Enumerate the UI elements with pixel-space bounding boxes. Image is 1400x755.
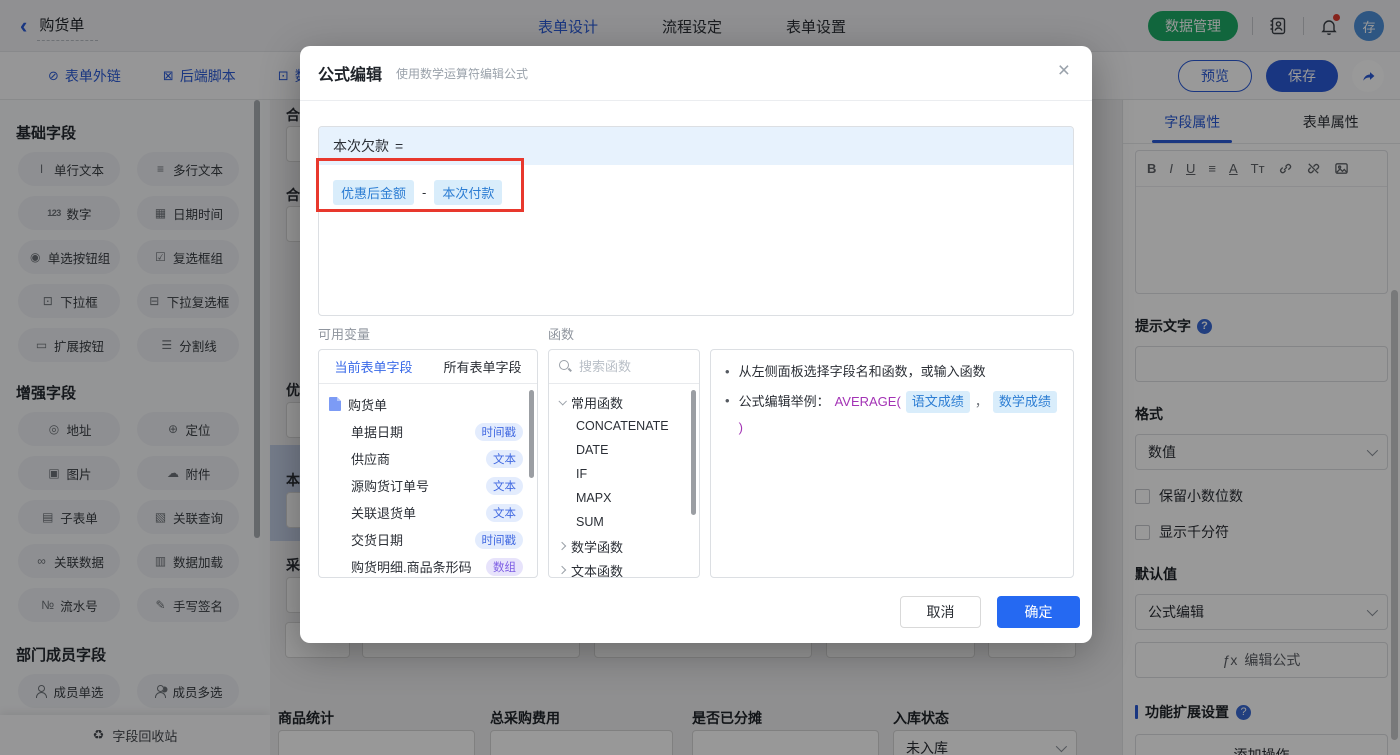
variables-section-label: 可用变量: [318, 327, 371, 342]
functions-scrollbar-thumb[interactable]: [691, 390, 696, 515]
variable-row[interactable]: 源购货订单号 文本: [329, 472, 529, 499]
help-tip-1: 从左侧面板选择字段名和函数，或输入函数: [738, 364, 986, 379]
function-item-sum[interactable]: SUM: [549, 510, 699, 534]
functions-panel: 常用函数 CONCATENATE DATE IF MAPX SUM 数学函数 文…: [548, 349, 700, 578]
type-badge: 文本: [486, 476, 523, 495]
chevron-right-icon: [557, 541, 567, 551]
example-close-paren: ): [738, 420, 743, 435]
close-icon[interactable]: ×: [1058, 60, 1070, 81]
function-group-text[interactable]: 文本函数: [549, 558, 699, 577]
example-chip: 语文成绩: [905, 391, 970, 413]
chevron-right-icon: [557, 565, 567, 575]
variable-row[interactable]: 单据日期 时间戳: [329, 418, 529, 445]
tab-current-form-fields[interactable]: 当前表单字段: [319, 350, 428, 383]
cancel-button[interactable]: 取消: [900, 596, 981, 628]
function-item-date[interactable]: DATE: [549, 438, 699, 462]
variable-row[interactable]: 购货明细.商品条形码 数组: [329, 553, 529, 577]
variable-row[interactable]: 供应商 文本: [329, 445, 529, 472]
chevron-down-icon: [558, 397, 567, 406]
form-designer-app: ‹ 购货单 表单设计 流程设定 表单设置 数据管理 存 ⊘ 表单外链 ⊠ 后端脚…: [0, 0, 1400, 755]
tree-root-form[interactable]: 购货单: [329, 390, 529, 418]
function-item-if[interactable]: IF: [549, 462, 699, 486]
help-tip-2: 公式编辑举例： AVERAGE( 语文成绩 ， 数学成绩 ): [739, 391, 1059, 438]
example-function-name: AVERAGE(: [834, 394, 901, 409]
example-separator: ，: [974, 394, 988, 409]
modal-title: 公式编辑: [318, 67, 383, 84]
function-item-concatenate[interactable]: CONCATENATE: [549, 414, 699, 438]
type-badge: 时间戳: [474, 422, 523, 441]
variables-panel: 当前表单字段 所有表单字段 购货单 单据日期 时间戳 供应商 文本 源购货订单号 文本…: [318, 349, 538, 578]
formula-chip-right-operand[interactable]: 本次付款: [434, 180, 503, 205]
form-doc-icon: [329, 397, 341, 411]
formula-edit-modal: 公式编辑 使用数学运算符编辑公式 × 本次欠款 = 优惠后金额 - 本次付款 可…: [300, 46, 1092, 643]
modal-subtitle: 使用数学运算符编辑公式: [396, 66, 529, 81]
formula-target-field: 本次欠款: [333, 138, 389, 154]
type-badge: 文本: [486, 449, 523, 468]
search-icon: [559, 360, 572, 373]
variable-row[interactable]: 交货日期 时间戳: [329, 526, 529, 553]
variable-row[interactable]: 关联退货单 文本: [329, 499, 529, 526]
example-chip: 数学成绩: [992, 391, 1057, 413]
formula-help-panel: 从左侧面板选择字段名和函数，或输入函数 公式编辑举例： AVERAGE( 语文成…: [710, 349, 1074, 578]
formula-chip-left-operand[interactable]: 优惠后金额: [333, 180, 415, 205]
confirm-button[interactable]: 确定: [997, 596, 1080, 628]
formula-expression[interactable]: 优惠后金额 - 本次付款: [319, 165, 1073, 220]
equals-sign: =: [395, 138, 404, 154]
function-item-mapx[interactable]: MAPX: [549, 486, 699, 510]
minus-operator[interactable]: -: [422, 185, 426, 200]
formula-target-row: 本次欠款 =: [319, 127, 1073, 165]
function-search: [549, 350, 699, 384]
function-search-input[interactable]: [579, 359, 689, 374]
function-group-common[interactable]: 常用函数: [549, 390, 699, 414]
type-badge: 时间戳: [474, 530, 523, 549]
functions-section-label: 函数: [548, 327, 575, 342]
type-badge: 数组: [486, 557, 523, 576]
formula-editor[interactable]: 本次欠款 = 优惠后金额 - 本次付款: [318, 126, 1074, 316]
variables-scrollbar-thumb[interactable]: [529, 390, 534, 478]
function-group-math[interactable]: 数学函数: [549, 534, 699, 558]
type-badge: 文本: [486, 503, 523, 522]
tab-all-form-fields[interactable]: 所有表单字段: [428, 350, 537, 383]
example-prefix: 公式编辑举例：: [738, 394, 830, 409]
